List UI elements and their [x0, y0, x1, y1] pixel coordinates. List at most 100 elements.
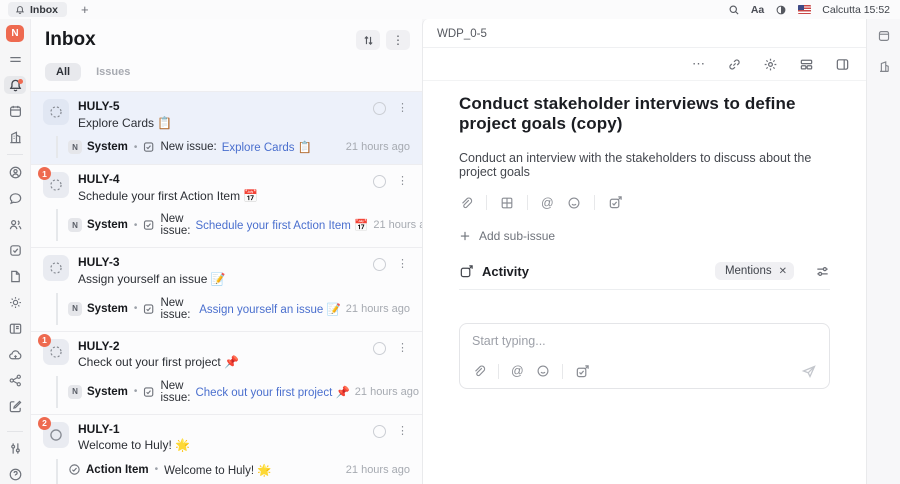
office-widget-icon[interactable] — [877, 60, 891, 74]
card-menu-icon[interactable]: ⋮ — [397, 342, 408, 355]
activity-thread: N System • New issue: Assign yourself an iss… — [56, 292, 412, 325]
actor-name: System — [87, 219, 128, 232]
layout-grid-icon[interactable] — [799, 57, 814, 72]
mention-at-icon[interactable]: @ — [541, 196, 554, 210]
action-text: New issue: — [160, 296, 191, 321]
timezone-clock[interactable]: Calcutta 15:52 — [822, 4, 890, 16]
card-menu-icon[interactable]: ⋮ — [397, 175, 408, 188]
composer-action-item-icon[interactable] — [575, 364, 590, 379]
notification-card[interactable]: HULY-3 Assign yourself an issue 📝 ⋮ N System… — [31, 247, 422, 331]
inbox-bell-icon[interactable] — [4, 76, 26, 95]
new-issue-icon — [143, 141, 155, 153]
activity-row[interactable]: N System • New issue: Check out your first p… — [58, 376, 419, 408]
timestamp: 21 hours ago — [345, 463, 410, 476]
status-icon-backlog — [43, 99, 69, 125]
composer-emoji-icon[interactable] — [536, 364, 550, 378]
help-question-icon[interactable] — [4, 466, 26, 484]
theme-contrast-icon[interactable] — [775, 4, 787, 16]
mark-read-radio[interactable] — [373, 424, 386, 438]
table-icon[interactable] — [500, 196, 514, 210]
cards-book-icon[interactable] — [4, 319, 26, 337]
tab-inbox[interactable]: Inbox — [8, 2, 67, 17]
composer-mention-icon[interactable]: @ — [511, 364, 524, 378]
activity-thread: N System • New issue: Schedule your first Ac… — [56, 209, 422, 242]
tab-inbox-label: Inbox — [30, 3, 58, 16]
hr-people-icon[interactable] — [4, 215, 26, 233]
issue-link[interactable]: Schedule your first Action Item 📅 — [195, 218, 368, 232]
notification-card[interactable]: HULY-5 Explore Cards 📋 ⋮ N System • New issue:… — [31, 91, 422, 165]
issue-title[interactable]: Conduct stakeholder interviews to define… — [459, 94, 830, 134]
issue-description[interactable]: Conduct an interview with the stakeholde… — [459, 151, 830, 179]
issue-link[interactable]: Assign yourself an issue 📝 — [199, 302, 341, 316]
top-bar: Inbox + Aa Calcutta 15:52 — [0, 0, 900, 19]
main-menu-icon[interactable] — [4, 50, 26, 68]
issue-detail-panel: WDP_0-5 ⋯ Conduct stakeholder interviews… — [422, 19, 866, 484]
documents-file-icon[interactable] — [4, 267, 26, 285]
system-avatar: N — [68, 301, 82, 316]
mark-read-radio[interactable] — [373, 341, 386, 355]
copy-link-icon[interactable] — [727, 57, 742, 72]
card-menu-icon[interactable]: ⋮ — [397, 102, 408, 115]
mark-read-radio[interactable] — [373, 258, 386, 272]
process-flow-icon[interactable] — [4, 371, 26, 389]
inbox-title: Inbox — [45, 29, 96, 50]
config-sliders-icon[interactable] — [4, 440, 26, 458]
notification-card[interactable]: 1 HULY-2 Check out your first project 📌 ⋮ N S… — [31, 330, 422, 414]
send-message-icon[interactable] — [801, 363, 817, 379]
notes-edit-icon[interactable] — [4, 397, 26, 415]
actor-name: System — [87, 141, 128, 154]
search-icon[interactable] — [728, 4, 740, 16]
language-flag-icon[interactable] — [798, 5, 812, 14]
drive-cloud-icon[interactable] — [4, 345, 26, 363]
font-size-button[interactable]: Aa — [751, 4, 764, 16]
inbox-menu-button[interactable]: ⋮ — [386, 30, 410, 50]
card-menu-icon[interactable]: ⋮ — [397, 425, 408, 438]
activity-row[interactable]: N System • New issue: Schedule your first Ac… — [58, 209, 422, 241]
side-panel-toggle-icon[interactable] — [835, 57, 850, 72]
tracker-checkbox-icon[interactable] — [4, 241, 26, 259]
actor-name: Action Item — [86, 463, 149, 476]
add-sub-issue-button[interactable]: Add sub-issue — [459, 229, 830, 243]
mentions-filter-chip[interactable]: Mentions ✕ — [714, 262, 794, 280]
mark-read-radio[interactable] — [373, 175, 386, 189]
timestamp: 21 hours ago — [345, 141, 410, 154]
system-avatar: N — [68, 140, 82, 155]
planner-widget-icon[interactable] — [877, 29, 891, 43]
issue-subtitle: Check out your first project 📌 — [78, 355, 239, 370]
sort-button[interactable] — [356, 30, 380, 50]
emoji-smiley-icon[interactable] — [567, 196, 581, 210]
activity-row[interactable]: N System • New issue: Explore Cards 📋 21 hour… — [58, 136, 412, 158]
activity-row[interactable]: N System • New issue: Assign yourself an iss… — [58, 293, 412, 325]
settings-gear-icon[interactable] — [763, 57, 778, 72]
testing-sun-icon[interactable] — [4, 293, 26, 311]
activity-row[interactable]: Action Item • Welcome to Huly! 🌟 21 hours a… — [58, 459, 412, 481]
action-item-add-icon[interactable] — [608, 195, 623, 210]
filter-tab-issues[interactable]: Issues — [85, 63, 141, 81]
mark-read-radio[interactable] — [373, 102, 386, 115]
composer-attach-icon[interactable] — [472, 364, 486, 378]
comment-composer[interactable]: Start typing... @ — [459, 323, 830, 389]
activity-filter-sliders-icon[interactable] — [815, 264, 830, 279]
composer-placeholder[interactable]: Start typing... — [472, 334, 817, 348]
notification-card[interactable]: 1 HULY-4 Schedule your first Action Item 📅… — [31, 164, 422, 248]
workspace-logo[interactable]: N — [6, 25, 24, 43]
contacts-person-icon[interactable] — [4, 163, 26, 181]
issue-link[interactable]: Check out your first project 📌 — [195, 385, 349, 399]
card-menu-icon[interactable]: ⋮ — [397, 258, 408, 271]
inbox-filters: All Issues — [31, 55, 422, 91]
more-actions-button[interactable]: ⋯ — [692, 56, 706, 72]
filter-tab-all[interactable]: All — [45, 63, 82, 81]
breadcrumb[interactable]: WDP_0-5 — [423, 19, 866, 48]
new-tab-button[interactable]: + — [81, 3, 89, 16]
issue-link[interactable]: Explore Cards 📋 — [222, 140, 312, 154]
planner-calendar-icon[interactable] — [4, 102, 26, 120]
actor-name: System — [87, 302, 128, 315]
status-icon-backlog — [43, 255, 69, 282]
app-sidebar: N — [0, 19, 30, 484]
attach-paperclip-icon[interactable] — [459, 196, 473, 210]
notification-card[interactable]: 2 HULY-1 Welcome to Huly! 🌟 ⋮ Action Item • We… — [31, 413, 422, 484]
office-building-icon[interactable] — [4, 128, 26, 146]
chat-bubble-icon[interactable] — [4, 189, 26, 207]
action-text: Welcome to Huly! 🌟 — [164, 464, 272, 477]
remove-filter-icon[interactable]: ✕ — [779, 266, 787, 277]
